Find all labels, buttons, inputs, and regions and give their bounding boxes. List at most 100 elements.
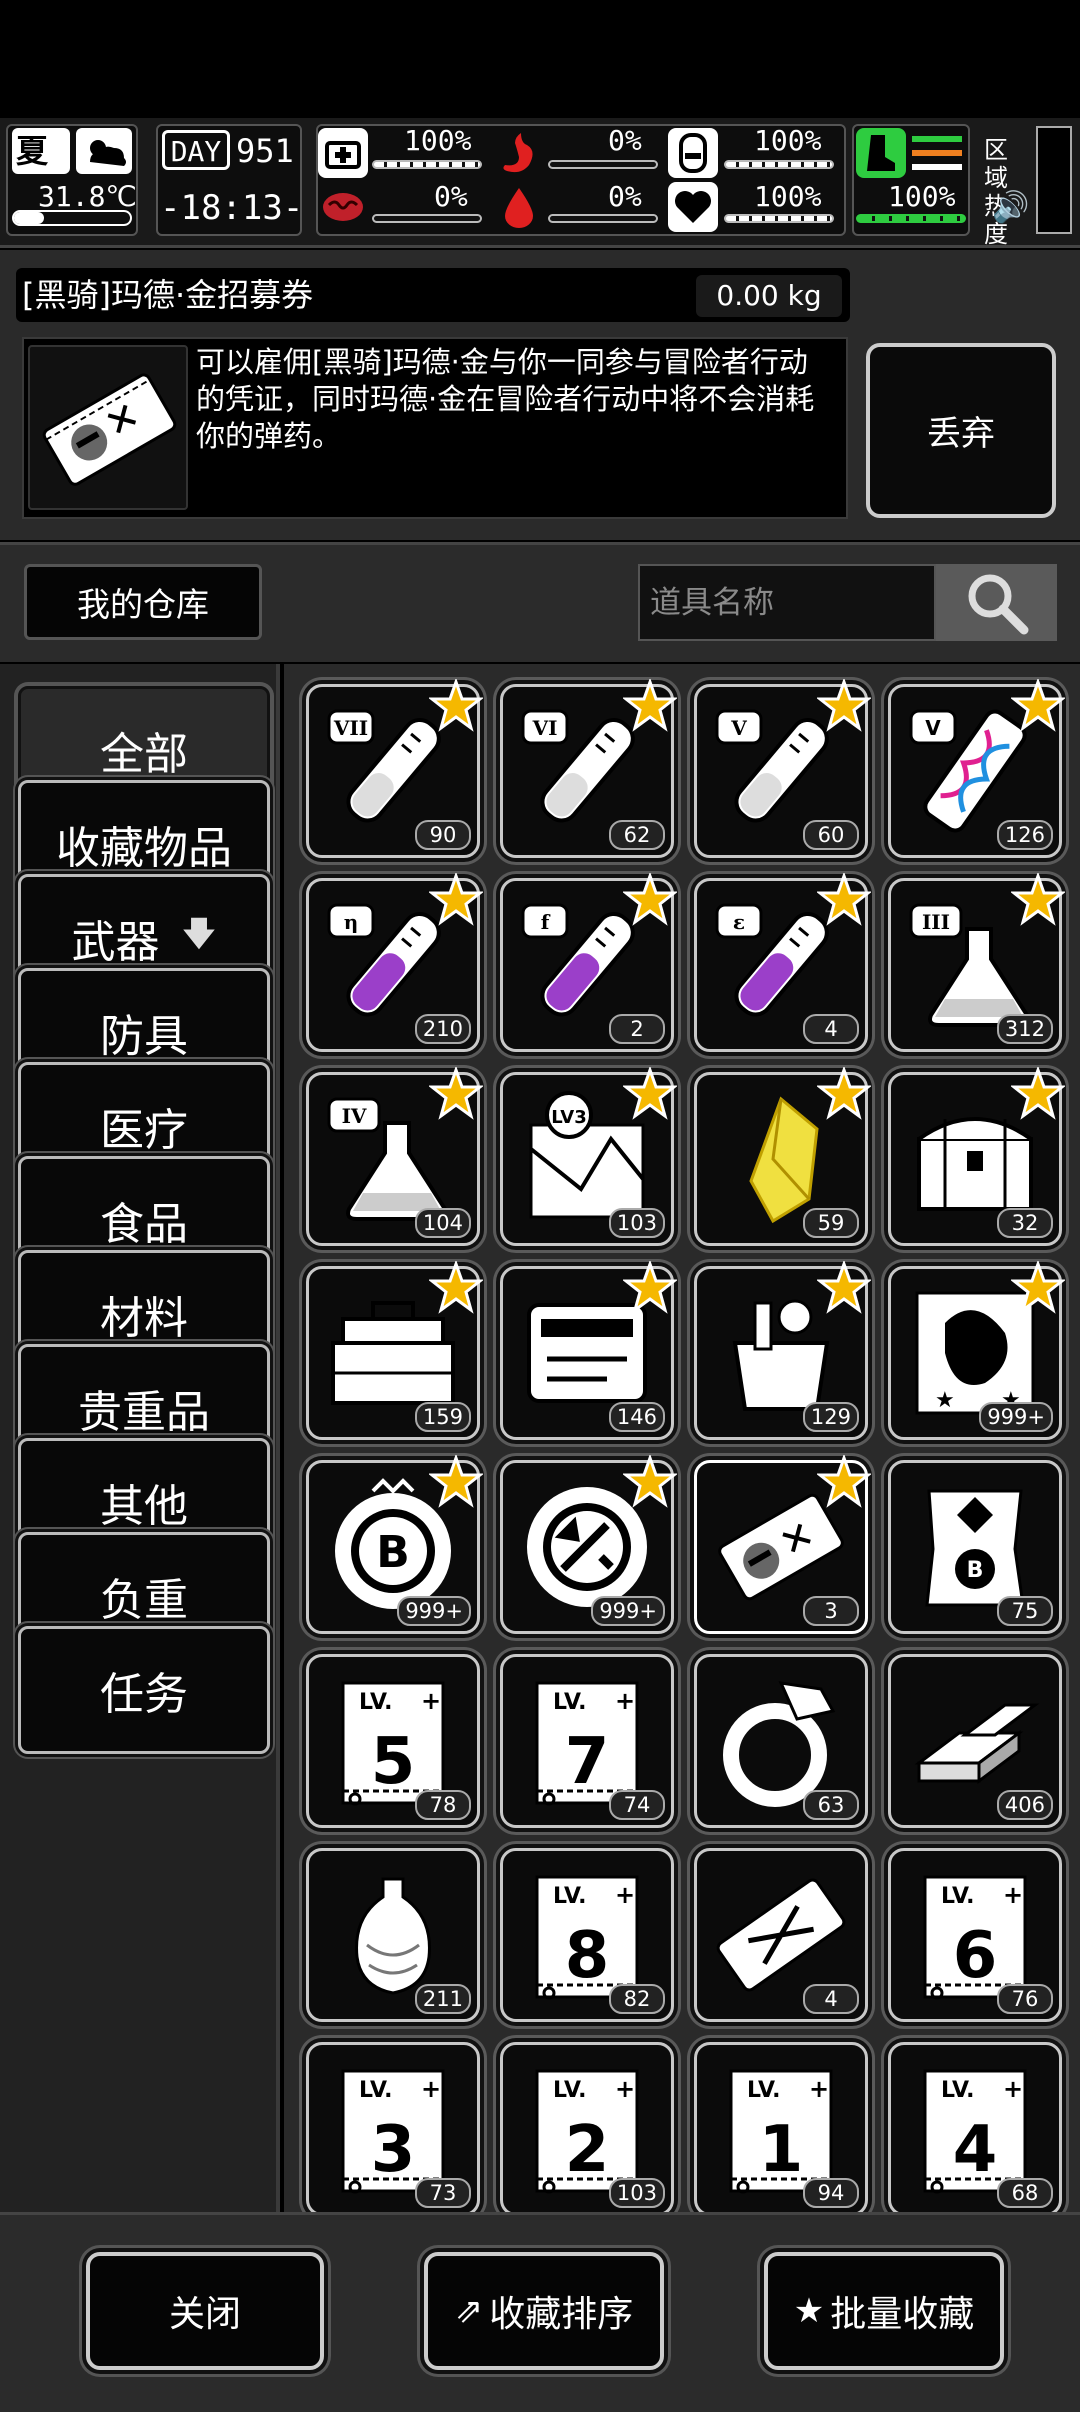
item-slot-tube-VII[interactable]: VII 90	[306, 679, 483, 858]
favorite-star-icon	[429, 1455, 483, 1508]
favorite-star-icon	[429, 679, 483, 732]
svg-text:B: B	[376, 1527, 410, 1578]
brain-icon	[318, 182, 368, 232]
svg-text:5: 5	[371, 1725, 416, 1799]
item-slot-purple-tube-eta[interactable]: η 210	[306, 873, 483, 1052]
item-slot-lv-ticket-8[interactable]: LV. + 8 82	[500, 1848, 674, 2022]
search-button[interactable]	[936, 564, 1057, 641]
search-input[interactable]	[638, 564, 936, 641]
expand-arrow-icon: 🡇	[181, 913, 217, 954]
category-quest[interactable]: 任务	[18, 1626, 270, 1754]
item-count: 63	[803, 1790, 859, 1820]
item-slot-flask-III[interactable]: III 312	[888, 873, 1065, 1052]
item-slot-lv-ticket-4[interactable]: LV. + 4 68	[888, 2042, 1062, 2216]
svg-text:+: +	[421, 1687, 441, 1715]
svg-text:III: III	[922, 910, 950, 934]
item-slot-diamond-ring[interactable]: 63	[694, 1654, 868, 1828]
svg-text:2: 2	[565, 2113, 610, 2187]
item-slot-lv-ticket-3[interactable]: LV. + 3 73	[306, 2042, 480, 2216]
item-slot-lv-ticket-5[interactable]: LV. + 5 78	[306, 1654, 480, 1828]
item-slot-monster-card[interactable]: ★ ★ 999+	[888, 1261, 1065, 1440]
category-label: 材料	[100, 1293, 188, 1344]
search-icon	[968, 574, 1028, 634]
favorite-star-icon	[817, 1261, 871, 1314]
warehouse-label: 我的仓库	[24, 564, 262, 640]
favorite-star-icon	[623, 679, 677, 732]
svg-text:LV3: LV3	[551, 1107, 586, 1128]
item-slot-tube-V[interactable]: V 60	[694, 679, 871, 858]
item-count: 999+	[979, 1402, 1053, 1432]
stamina-line-3	[912, 164, 962, 170]
svg-text:f: f	[541, 910, 551, 934]
blood-value: 0%	[608, 180, 642, 213]
favorite-star-icon	[429, 873, 483, 926]
item-slot-dna-syringe-V[interactable]: V 126	[888, 679, 1065, 858]
item-slot-purple-tube-f[interactable]: f2	[500, 873, 677, 1052]
item-count: 62	[609, 820, 665, 850]
sort-favorites-button[interactable]: ⇗ 收藏排序	[424, 2252, 664, 2370]
item-count: 59	[803, 1208, 859, 1238]
batch-favorite-button[interactable]: ★ 批量收藏	[764, 2252, 1004, 2370]
category-label: 任务	[100, 1669, 188, 1720]
item-count: 129	[802, 1402, 859, 1432]
close-button[interactable]: 关闭	[86, 2252, 324, 2370]
item-slot-tool-case[interactable]: 146	[500, 1261, 677, 1440]
svg-text:VII: VII	[333, 716, 368, 740]
item-count: 75	[997, 1596, 1053, 1626]
item-slot-repair-coin[interactable]: 999+	[500, 1455, 677, 1634]
item-slot-tube-VI[interactable]: VI 62	[500, 679, 677, 858]
favorite-star-icon	[429, 1261, 483, 1314]
svg-text:+: +	[615, 2075, 635, 2103]
svg-text:+: +	[1003, 2075, 1023, 2103]
item-slot-lv-ticket-2[interactable]: LV. + 2 103	[500, 2042, 674, 2216]
category-label: 全部	[100, 729, 188, 780]
item-slot-vase[interactable]: 211	[306, 1848, 480, 2022]
item-slot-purple-tube-epsilon[interactable]: ε4	[694, 873, 871, 1052]
svg-text:+: +	[1003, 1881, 1023, 1909]
temperature-readout: 31.8℃	[38, 180, 137, 213]
item-count: 210	[414, 1014, 471, 1044]
favorite-star-icon	[623, 1261, 677, 1314]
stamina-value: 100%	[888, 180, 956, 213]
item-slot-supply-bag[interactable]: 129	[694, 1261, 871, 1440]
svg-text:LV.: LV.	[359, 2078, 393, 2103]
bladder-icon	[668, 128, 718, 178]
item-slot-lv-ticket-7[interactable]: LV. + 7 74	[500, 1654, 674, 1828]
svg-text:LV.: LV.	[747, 2078, 781, 2103]
item-weight: 0.00 kg	[696, 275, 842, 317]
heart-icon	[668, 182, 718, 232]
category-label: 防具	[100, 1011, 188, 1062]
item-slot-crossed-ticket[interactable]: 4	[694, 1848, 868, 2022]
item-slot-b-scroll[interactable]: B 75	[888, 1460, 1062, 1634]
item-count: 103	[608, 2178, 665, 2208]
category-label: 其他	[100, 1481, 188, 1532]
favorite-star-icon	[623, 1455, 677, 1508]
item-slot-lv-ticket-6[interactable]: LV. + 6 76	[888, 1848, 1062, 2022]
favorite-star-icon	[1011, 1067, 1065, 1120]
item-slot-flask-IV[interactable]: IV 104	[306, 1067, 483, 1246]
item-slot-b-coin[interactable]: B 999+	[306, 1455, 483, 1634]
item-slot-lv-ticket-1[interactable]: LV. + 1 94	[694, 2042, 868, 2216]
category-label: 食品	[100, 1199, 188, 1250]
item-slot-gold-bars[interactable]: 406	[888, 1654, 1062, 1828]
item-slot-map-lv3[interactable]: LV3 103	[500, 1067, 677, 1246]
item-slot-toolbox[interactable]: 159	[306, 1261, 483, 1440]
speaker-icon[interactable]: 🔊	[992, 190, 1029, 225]
item-count: 4	[803, 1984, 859, 2014]
category-label: 武器	[71, 917, 160, 968]
discard-button[interactable]: 丢弃	[866, 343, 1056, 518]
item-slot-recruit-ticket[interactable]: 3	[694, 1455, 871, 1634]
item-count: 76	[997, 1984, 1053, 2014]
svg-text:LV.: LV.	[553, 1884, 587, 1909]
item-slot-yellow-crystal[interactable]: 59	[694, 1067, 871, 1246]
svg-text:7: 7	[565, 1725, 610, 1799]
svg-text:LV.: LV.	[941, 2078, 975, 2103]
item-count: 104	[414, 1208, 471, 1238]
sort-label: 收藏排序	[489, 2294, 634, 2335]
item-slot-treasure-chest[interactable]: 32	[888, 1067, 1065, 1246]
item-count: 312	[996, 1014, 1053, 1044]
svg-text:+: +	[809, 2075, 829, 2103]
svg-text:★: ★	[935, 1388, 955, 1413]
item-count: 90	[415, 820, 471, 850]
item-count: 211	[414, 1984, 471, 2014]
